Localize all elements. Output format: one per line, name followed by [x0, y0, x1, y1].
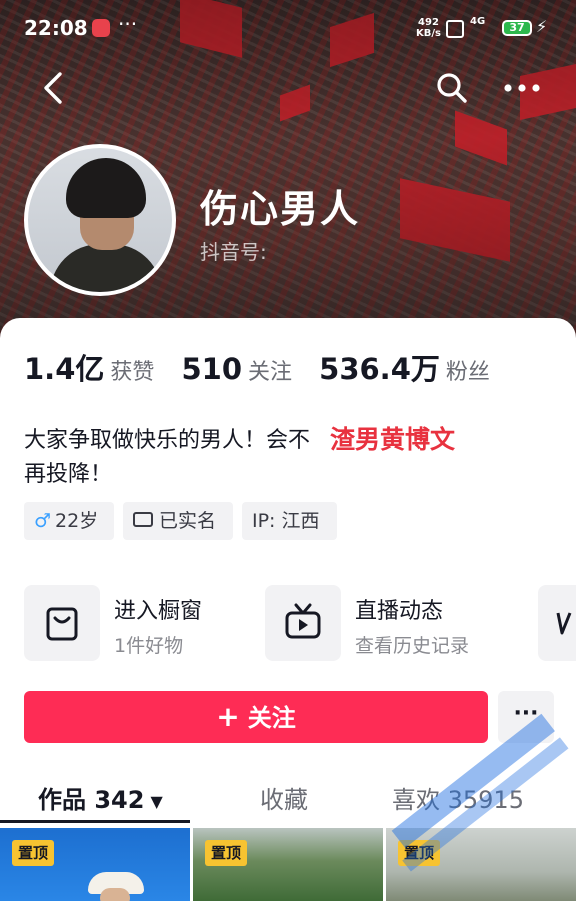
video-thumbnail[interactable]: 置顶: [386, 828, 576, 901]
network-type: 4G: [470, 16, 486, 27]
pinned-badge: 置顶: [12, 840, 55, 866]
ip-label: IP: 江西: [252, 510, 320, 532]
pinned-badge: 置顶: [205, 840, 248, 866]
shop-icon-box: [24, 585, 100, 661]
following-count[interactable]: 510: [181, 352, 242, 386]
verified-label: 已实名: [159, 510, 217, 532]
tab-works-label: 作品 342: [38, 786, 145, 814]
live-icon-box: [265, 585, 341, 661]
shop-window-entry[interactable]: 进入橱窗 1件好物: [24, 585, 244, 661]
tab-likes[interactable]: 喜欢 35915: [392, 780, 524, 815]
shop-subtitle: 1件好物: [114, 635, 184, 657]
vibrate-icon: [446, 20, 464, 38]
search-button[interactable]: [434, 70, 470, 106]
tab-works[interactable]: 作品 342 ▼: [38, 780, 163, 815]
notification-app-icon: [92, 19, 110, 37]
more-options-button[interactable]: [500, 70, 544, 106]
live-subtitle: 查看历史记录: [355, 635, 470, 657]
verified-chip: 已实名: [123, 502, 233, 540]
status-time: 22:08: [24, 16, 88, 40]
bio-overlay-tag: 渣男黄博文: [324, 420, 462, 460]
male-icon: ♂: [34, 510, 52, 532]
shopping-bag-icon: [46, 607, 78, 641]
follow-button[interactable]: + 关注: [24, 691, 488, 743]
caret-down-icon: ▼: [150, 791, 163, 811]
live-title: 直播动态: [355, 599, 444, 624]
status-more-dots: ···: [118, 12, 138, 36]
age-label: 22岁: [55, 510, 99, 532]
shop-title: 进入橱窗: [114, 599, 203, 624]
profile-bio: 大家争取做快乐的男人！会不再投降！: [24, 428, 311, 487]
followers-label[interactable]: 粉丝: [446, 360, 490, 385]
active-tab-indicator: [0, 820, 190, 823]
profile-name: 伤心男人: [200, 187, 361, 231]
likes-label: 获赞: [110, 360, 155, 385]
profile-stats: 1.4亿 获赞 510 关注 536.4万 粉丝: [24, 346, 512, 390]
followers-count[interactable]: 536.4万: [319, 352, 440, 386]
battery-icon: 37: [502, 20, 532, 36]
more-feature-entry[interactable]: [538, 585, 576, 661]
gender-age-chip: ♂ 22岁: [24, 502, 114, 540]
chevron-left-icon: [44, 72, 62, 104]
video-grid: 置顶 置顶 置顶: [0, 828, 576, 901]
follow-label: 关注: [247, 704, 296, 732]
video-thumbnail[interactable]: 置顶: [0, 828, 190, 901]
follow-more-button[interactable]: ···: [498, 691, 554, 743]
id-card-icon: [133, 512, 153, 527]
tv-icon: [285, 603, 321, 639]
back-button[interactable]: [36, 68, 70, 108]
plus-icon: +: [216, 700, 240, 733]
likes-count: 1.4亿: [24, 352, 105, 386]
charging-icon: ⚡: [536, 17, 548, 36]
douyin-id-label: 抖音号:: [200, 240, 267, 264]
ip-location-chip: IP: 江西: [242, 502, 337, 540]
pinned-badge: 置顶: [398, 840, 441, 866]
avatar[interactable]: [24, 144, 176, 296]
following-label[interactable]: 关注: [248, 360, 292, 385]
live-history-entry[interactable]: 直播动态 查看历史记录: [265, 585, 525, 661]
network-speed: 492 KB/s: [416, 17, 441, 39]
status-bar: 22:08 ··· 492 KB/s 4G 37 ⚡: [0, 0, 576, 58]
more-dots-icon: [504, 84, 540, 92]
partial-feature-icon-box: [538, 585, 576, 661]
content-tabs: 作品 342 ▼ 收藏 喜欢 35915: [0, 772, 576, 824]
search-icon: [437, 73, 467, 103]
video-thumbnail[interactable]: 置顶: [193, 828, 383, 901]
music-note-icon: [556, 612, 572, 635]
tab-favorites[interactable]: 收藏: [260, 780, 308, 815]
